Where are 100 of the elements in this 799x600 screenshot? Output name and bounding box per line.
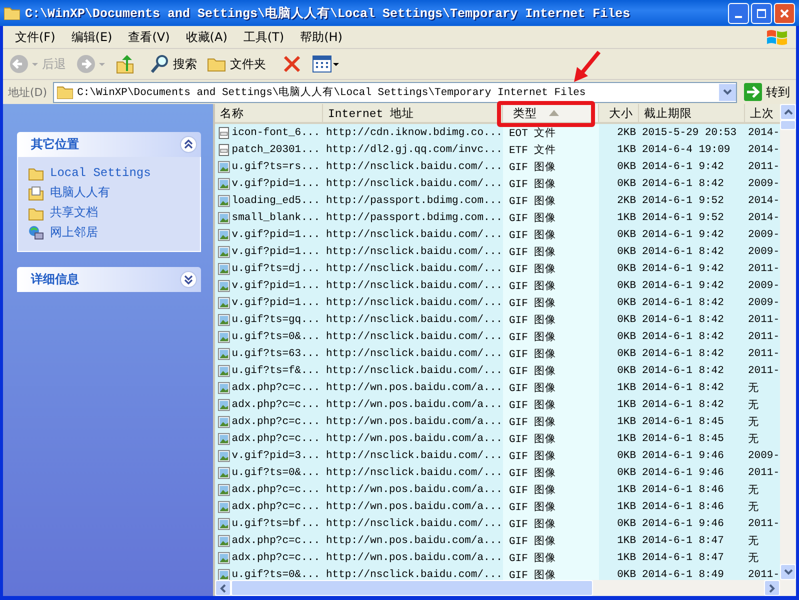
maximize-button[interactable] xyxy=(751,2,772,24)
image-file-icon xyxy=(218,466,230,480)
table-cell: 2014- xyxy=(748,194,780,206)
table-cell: 2011- xyxy=(748,160,780,172)
table-cell-text: GIF 图像 xyxy=(509,280,556,292)
menu-item[interactable]: 工具(T) xyxy=(235,28,292,46)
menu-item[interactable]: 查看(V) xyxy=(120,28,178,46)
table-cell: 2014-6-1 8:45 xyxy=(642,432,724,444)
image-file-icon xyxy=(218,550,230,564)
chevron-right-icon xyxy=(769,584,775,592)
image-file-icon xyxy=(218,228,230,242)
chevron-down-icon xyxy=(723,89,732,95)
scroll-down-button[interactable] xyxy=(780,564,796,580)
table-cell: adx.php?c=c... xyxy=(232,432,320,444)
horizontal-scrollbar[interactable] xyxy=(215,580,780,596)
table-cell: 0KB xyxy=(617,568,636,580)
vertical-scrollbar[interactable] xyxy=(780,104,796,596)
table-cell: 2014-6-1 8:45 xyxy=(642,416,724,428)
menu-item[interactable]: 文件(F) xyxy=(7,28,64,46)
table-cell: http://nsclick.baidu.com/... xyxy=(326,466,502,478)
table-cell: adx.php?c=c... xyxy=(232,398,320,410)
panel-header[interactable]: 详细信息 xyxy=(17,267,201,292)
menu-item[interactable]: 帮助(H) xyxy=(292,28,350,46)
menu-item[interactable]: 编辑(E) xyxy=(63,28,120,46)
table-cell: 1KB xyxy=(617,552,636,564)
table-cell: 2009- xyxy=(748,280,780,292)
table-cell: http://wn.pos.baidu.com/a... xyxy=(326,484,502,496)
folders-button[interactable]: 文件夹 xyxy=(203,53,270,75)
scroll-thumb[interactable] xyxy=(231,580,593,596)
table-cell: http://wn.pos.baidu.com/a... xyxy=(326,534,502,546)
table-cell: 2014-6-1 8:42 xyxy=(642,348,724,360)
place-link[interactable]: 共享文档 xyxy=(28,204,190,221)
table-cell: 0KB xyxy=(617,450,636,462)
table-cell: 0KB xyxy=(617,314,636,326)
go-button[interactable]: 转到 xyxy=(740,83,794,101)
table-cell: 0KB xyxy=(617,296,636,308)
menu-item[interactable]: 收藏(A) xyxy=(178,28,236,46)
close-icon xyxy=(780,8,789,18)
column-header[interactable]: 大小 xyxy=(599,104,639,122)
table-cell-text: 无 xyxy=(748,484,759,496)
table-cell-text: GIF 图像 xyxy=(509,432,556,446)
scroll-thumb[interactable] xyxy=(780,120,796,130)
table-cell-text: GIF 图像 xyxy=(509,314,556,326)
table-cell: 2014- xyxy=(748,126,780,138)
panel-header[interactable]: 其它位置 xyxy=(17,132,201,157)
table-cell-text: GIF 图像 xyxy=(509,348,556,360)
image-file-icon xyxy=(218,244,230,258)
table-cell: icon-font_6... xyxy=(232,126,320,138)
table-cell: http://wn.pos.baidu.com/a... xyxy=(326,398,502,410)
table-cell: 0KB xyxy=(617,348,636,360)
image-file-icon xyxy=(218,194,230,208)
place-link[interactable]: Local Settings xyxy=(28,165,190,181)
minimize-button[interactable] xyxy=(728,2,749,24)
table-cell: 2014-6-1 8:42 xyxy=(642,246,724,258)
column-header[interactable]: 类型 xyxy=(503,104,599,122)
table-cell: 1KB xyxy=(617,144,636,156)
table-cell-text: GIF 图像 xyxy=(509,518,556,530)
table-cell-text: 无 xyxy=(748,382,759,394)
close-button[interactable] xyxy=(774,2,795,24)
table-cell: http://wn.pos.baidu.com/a... xyxy=(326,432,502,444)
image-file-icon xyxy=(218,296,230,310)
table-cell: 1KB xyxy=(617,432,636,444)
table-cell: http://dl2.gj.qq.com/invc... xyxy=(326,144,502,156)
search-button[interactable]: 搜索 xyxy=(146,52,201,76)
table-cell-text: GIF 图像 xyxy=(509,364,556,378)
table-cell: http://nsclick.baidu.com/... xyxy=(326,160,502,172)
image-file-icon xyxy=(218,262,230,276)
dropdown-button[interactable] xyxy=(719,84,736,100)
table-cell: 1KB xyxy=(617,500,636,512)
table-cell: 2014-6-1 8:42 xyxy=(642,398,724,410)
delete-x-icon xyxy=(282,54,302,74)
place-link[interactable]: 网上邻居 xyxy=(28,224,190,241)
column-header[interactable]: 名称 xyxy=(215,104,323,122)
table-cell: 2014-6-1 8:42 xyxy=(642,330,724,342)
table-cell: 2009- xyxy=(748,450,780,462)
scroll-right-button[interactable] xyxy=(764,580,780,596)
expand-chevron-icon xyxy=(180,271,197,288)
chevron-down-icon xyxy=(784,569,792,575)
column-header[interactable]: 截止期限 xyxy=(639,104,745,122)
table-cell: 2011- xyxy=(748,262,780,274)
table-cell: http://nsclick.baidu.com/... xyxy=(326,296,502,308)
image-file-icon xyxy=(218,568,230,580)
address-field[interactable]: C:\WinXP\Documents and Settings\电脑人人有\Local Settings\Temporary Internet Files xyxy=(53,82,737,102)
table-cell: adx.php?c=c... xyxy=(232,416,320,428)
table-cell: u.gif?ts=f&... xyxy=(232,364,320,376)
table-cell: 2014-6-1 9:42 xyxy=(642,262,724,274)
table-cell-text: GIF 图像 xyxy=(509,568,556,580)
table-cell: 2014-6-1 9:46 xyxy=(642,450,724,462)
table-cell: http://passport.bdimg.com... xyxy=(326,212,502,224)
place-link[interactable]: 电脑人人有 xyxy=(28,184,190,201)
table-cell: http://nsclick.baidu.com/... xyxy=(326,280,502,292)
table-cell: 2014-6-4 19:09 xyxy=(642,144,730,156)
table-cell-text: GIF 图像 xyxy=(509,246,556,258)
scroll-left-button[interactable] xyxy=(215,580,231,596)
image-file-icon xyxy=(218,398,230,412)
image-file-icon xyxy=(218,380,230,394)
image-file-icon xyxy=(218,278,230,292)
table-cell: 0KB xyxy=(617,466,636,478)
table-cell: 2014-6-1 8:46 xyxy=(642,484,724,496)
scroll-up-button[interactable] xyxy=(780,104,796,120)
